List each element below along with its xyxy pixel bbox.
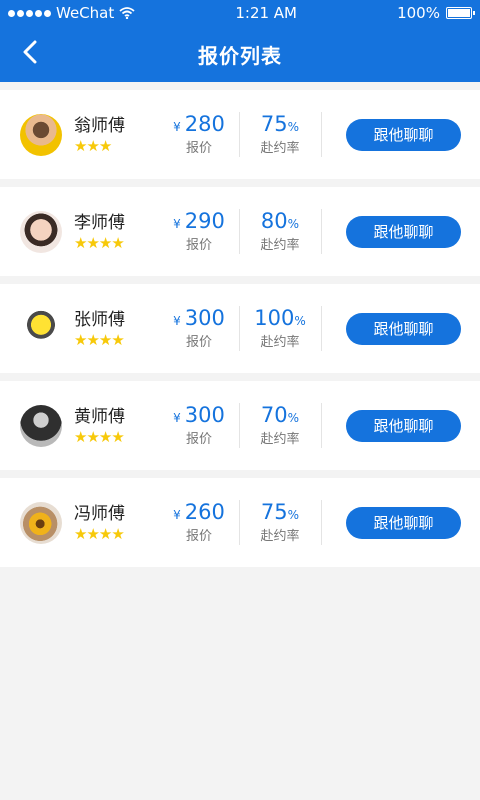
divider [321,112,322,157]
star-rating: ★★★★ [74,524,125,543]
chat-button[interactable]: 跟他聊聊 [346,118,461,151]
divider [321,500,322,545]
avatar [20,501,62,544]
price-block: ¥260 报价 [160,499,238,546]
currency-symbol: ¥ [173,314,181,328]
master-name: 张师傅 [74,309,125,330]
carrier-label: WeChat [56,4,115,22]
star-rating: ★★★★ [74,330,125,349]
chat-button[interactable]: 跟他聊聊 [346,506,461,539]
avatar [20,210,62,253]
price-value: ¥300 [160,402,238,431]
avatar [20,404,62,447]
rate-block: 75% 赴约率 [248,499,312,546]
star-rating: ★★★ [74,136,112,155]
price-block: ¥290 报价 [160,208,238,255]
page-title: 报价列表 [198,43,282,68]
currency-symbol: ¥ [173,411,181,425]
rate-label: 赴约率 [260,529,300,544]
chat-button[interactable]: 跟他聊聊 [346,409,461,442]
divider [239,403,240,448]
master-name: 李师傅 [74,212,125,233]
master-name: 冯师傅 [74,503,125,524]
divider [321,403,322,448]
rate-block: 100% 赴约率 [248,305,312,352]
rate-number: 100 [254,306,295,330]
divider [239,112,240,157]
rate-label: 赴约率 [260,238,300,253]
wifi-icon [119,7,135,19]
rate-block: 75% 赴约率 [248,111,312,158]
divider [239,209,240,254]
price-number: 300 [184,306,225,330]
master-name: 翁师傅 [74,115,125,136]
price-value: ¥300 [160,305,238,334]
currency-symbol: ¥ [173,217,181,231]
rate-block: 70% 赴约率 [248,402,312,449]
rate-block: 80% 赴约率 [248,208,312,255]
back-button[interactable] [12,34,48,70]
divider [239,306,240,351]
price-block: ¥280 报价 [160,111,238,158]
avatar [20,113,62,156]
avatar [20,307,62,350]
price-label: 报价 [185,238,212,253]
rate-number: 75 [260,112,288,136]
price-value: ¥280 [160,111,238,140]
price-block: ¥300 报价 [160,402,238,449]
status-bar: WeChat 1:21 AM 100% [0,0,480,26]
quote-card: 李师傅 ★★★★ ¥290 报价 80% 赴约率 跟他聊聊 [0,187,480,276]
star-rating: ★★★★ [74,233,125,252]
price-number: 260 [184,500,225,524]
divider [321,306,322,351]
navbar: 报价列表 [0,26,480,82]
divider [321,209,322,254]
chat-button[interactable]: 跟他聊聊 [346,215,461,248]
quote-card: 黄师傅 ★★★★ ¥300 报价 70% 赴约率 跟他聊聊 [0,381,480,470]
chat-button[interactable]: 跟他聊聊 [346,312,461,345]
percent-symbol: % [287,217,300,231]
rate-value: 70% [248,402,312,431]
currency-symbol: ¥ [173,120,181,134]
price-value: ¥290 [160,208,238,237]
percent-symbol: % [294,314,306,328]
status-time: 1:21 AM [235,4,297,22]
price-number: 280 [184,112,225,136]
percent-symbol: % [287,120,300,134]
battery-icon [445,7,475,19]
divider [239,500,240,545]
price-number: 300 [184,403,225,427]
percent-symbol: % [287,508,300,522]
header: WeChat 1:21 AM 100% 报价列表 [0,0,480,82]
rate-label: 赴约率 [260,141,300,156]
quote-card: 冯师傅 ★★★★ ¥260 报价 75% 赴约率 跟他聊聊 [0,478,480,567]
rate-value: 75% [248,111,312,140]
price-label: 报价 [185,335,212,350]
rate-value: 75% [248,499,312,528]
master-name: 黄师傅 [74,406,125,427]
price-label: 报价 [185,432,212,447]
price-label: 报价 [185,141,212,156]
rate-label: 赴约率 [260,335,300,350]
price-label: 报价 [185,529,212,544]
rate-number: 70 [260,403,288,427]
price-block: ¥300 报价 [160,305,238,352]
signal-icon [8,9,51,17]
star-rating: ★★★★ [74,427,125,446]
rate-number: 75 [260,500,288,524]
quote-card: 翁师傅 ★★★ ¥280 报价 75% 赴约率 跟他聊聊 [0,90,480,179]
price-number: 290 [184,209,225,233]
percent-symbol: % [287,411,300,425]
chevron-left-icon [23,40,37,64]
rate-number: 80 [260,209,288,233]
quote-card: 张师傅 ★★★★ ¥300 报价 100% 赴约率 跟他聊聊 [0,284,480,373]
rate-value: 80% [248,208,312,237]
quote-list: 翁师傅 ★★★ ¥280 报价 75% 赴约率 跟他聊聊 李师傅 ★★★★ ¥2… [0,82,480,567]
battery-label: 100% [397,4,440,22]
rate-label: 赴约率 [260,432,300,447]
currency-symbol: ¥ [173,508,181,522]
price-value: ¥260 [160,499,238,528]
rate-value: 100% [248,305,312,334]
